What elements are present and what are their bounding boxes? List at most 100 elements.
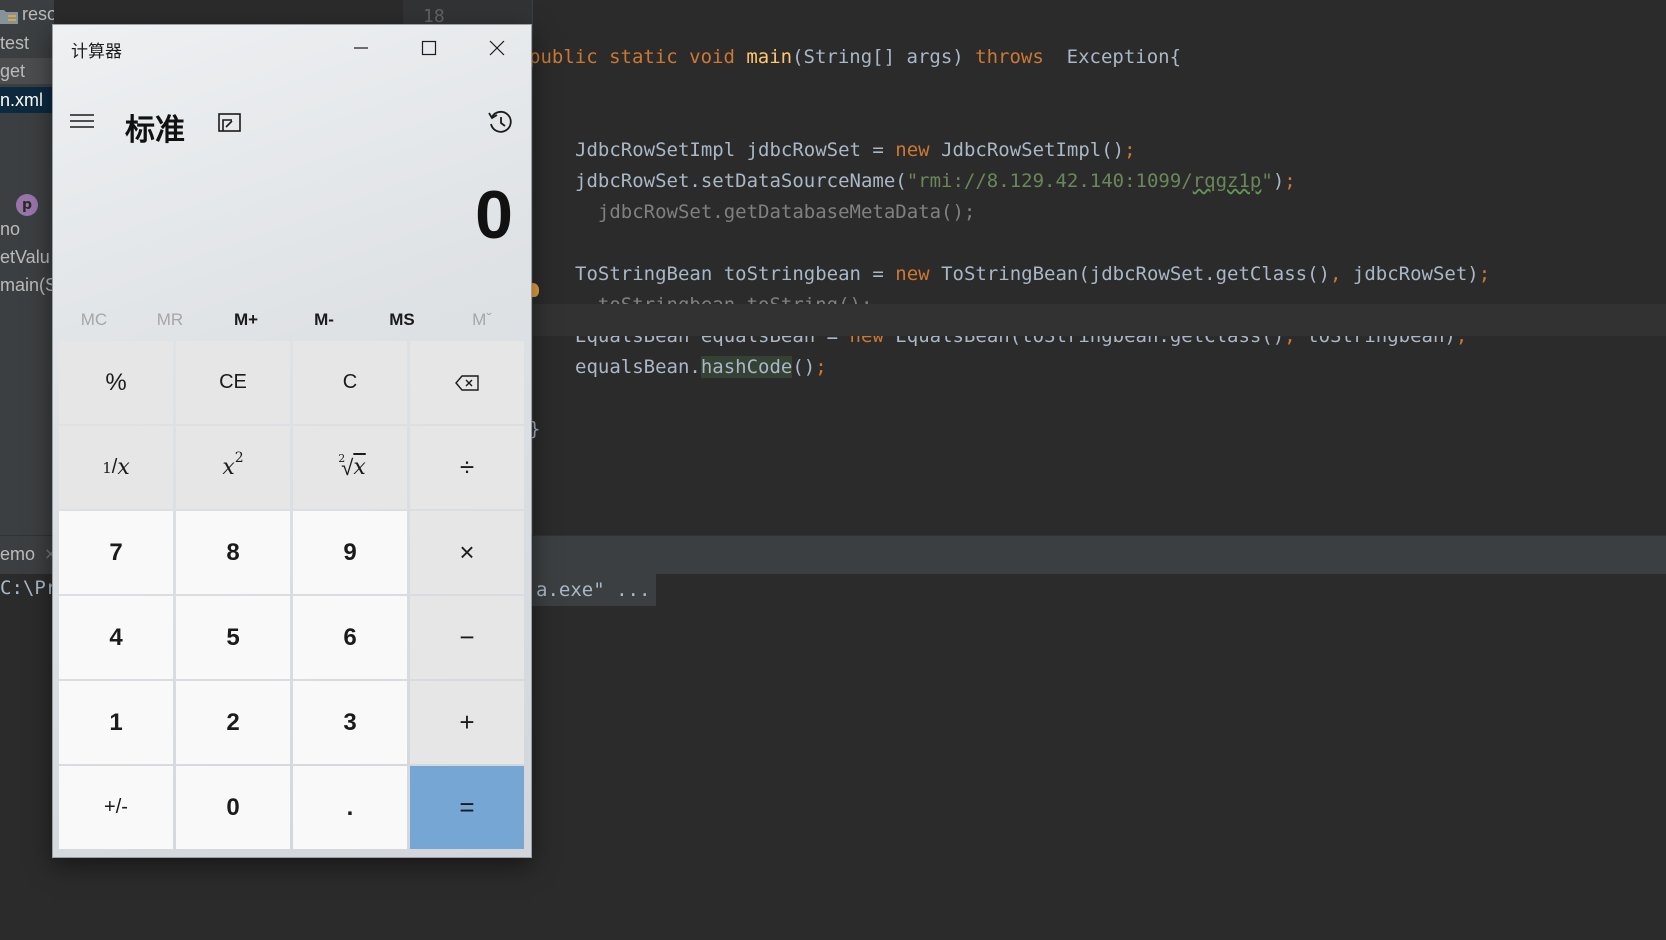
code-line[interactable]: jdbcRowSet.getDatabaseMetaData(); bbox=[575, 197, 976, 227]
equals-button[interactable]: = bbox=[410, 766, 524, 849]
title-bar[interactable]: 计算器 bbox=[53, 25, 531, 71]
memory-store-button[interactable]: MS bbox=[363, 300, 441, 340]
code-token: (String[] args) bbox=[792, 46, 976, 68]
square-root-button[interactable]: 2 √ x bbox=[293, 426, 407, 509]
code-token: Exception{ bbox=[1043, 46, 1182, 68]
mode-title: 标准 bbox=[125, 114, 185, 147]
code-token: equalsBean. bbox=[575, 356, 701, 378]
code-token: ) bbox=[1272, 170, 1285, 192]
console-output: C:\Pr bbox=[0, 577, 58, 599]
code-token: main bbox=[746, 46, 793, 68]
digit-4-button[interactable]: 4 bbox=[59, 596, 173, 679]
root-index: 2 bbox=[338, 452, 346, 465]
code-token: hashCode bbox=[700, 356, 793, 378]
structure-item-main[interactable]: main(S bbox=[0, 272, 54, 298]
clear-entry-button[interactable]: CE bbox=[176, 341, 290, 424]
keep-on-top-icon[interactable] bbox=[217, 111, 243, 135]
code-line[interactable]: JdbcRowSetImpl jdbcRowSet = new JdbcRowS… bbox=[575, 135, 1136, 165]
code-token: , bbox=[1330, 263, 1353, 285]
structure-item-method[interactable]: etValu bbox=[0, 244, 50, 270]
calculator-window: 计算器 标准 0 MC MR M+ M- MS Mˇ % CE C 1 / x … bbox=[53, 25, 531, 857]
memory-clear-button[interactable]: MC bbox=[55, 300, 133, 340]
percent-button[interactable]: % bbox=[59, 341, 173, 424]
code-token: ; bbox=[1284, 170, 1296, 192]
subtract-button[interactable]: − bbox=[410, 596, 524, 679]
tree-item-test[interactable]: test bbox=[0, 30, 29, 56]
code-token: new bbox=[895, 139, 942, 161]
digit-9-button[interactable]: 9 bbox=[293, 511, 407, 594]
memory-subtract-button[interactable]: M- bbox=[285, 300, 363, 340]
code-token: new bbox=[895, 263, 942, 285]
square-exponent: 2 bbox=[234, 449, 244, 466]
backspace-button[interactable] bbox=[410, 341, 524, 424]
run-tab[interactable]: emo bbox=[0, 544, 35, 565]
reciprocal-button[interactable]: 1/x bbox=[59, 426, 173, 509]
code-line[interactable]: jdbcRowSet.setDataSourceName("rmi://8.12… bbox=[575, 166, 1296, 196]
minimize-button[interactable] bbox=[327, 25, 395, 71]
decimal-button[interactable]: . bbox=[293, 766, 407, 849]
square-base: x bbox=[222, 455, 235, 480]
digit-2-button[interactable]: 2 bbox=[176, 681, 290, 764]
code-token: throws bbox=[975, 46, 1044, 68]
memory-list-button[interactable]: Mˇ bbox=[443, 300, 521, 340]
equals-icon: = bbox=[459, 792, 475, 822]
plus-icon: + bbox=[459, 707, 475, 737]
digit-7-button[interactable]: 7 bbox=[59, 511, 173, 594]
minus-icon: − bbox=[459, 622, 475, 652]
window-title: 计算器 bbox=[71, 42, 122, 61]
backspace-icon bbox=[455, 374, 479, 391]
code-line[interactable]: ToStringBean toStringbean = new ToString… bbox=[575, 259, 1490, 289]
digit-6-button[interactable]: 6 bbox=[293, 596, 407, 679]
maximize-button[interactable] bbox=[395, 25, 463, 71]
code-token: jdbcRowSet) bbox=[1352, 263, 1479, 285]
negate-button[interactable]: +/- bbox=[59, 766, 173, 849]
memory-add-button[interactable]: M+ bbox=[207, 300, 285, 340]
multiply-button[interactable]: × bbox=[410, 511, 524, 594]
close-button[interactable] bbox=[463, 25, 531, 71]
add-button[interactable]: + bbox=[410, 681, 524, 764]
digit-5-button[interactable]: 5 bbox=[176, 596, 290, 679]
digit-0-button[interactable]: 0 bbox=[176, 766, 290, 849]
divide-button[interactable]: ÷ bbox=[410, 426, 524, 509]
tree-item-target[interactable]: get bbox=[0, 58, 54, 84]
history-icon[interactable] bbox=[487, 109, 515, 137]
code-token: ; bbox=[1478, 263, 1491, 285]
memory-bar: MC MR M+ M- MS Mˇ bbox=[53, 300, 531, 340]
reciprocal-numerator: 1 bbox=[102, 458, 112, 477]
maximize-icon bbox=[421, 40, 437, 56]
code-token: ToStringBean(jdbcRowSet.getClass() bbox=[941, 263, 1330, 285]
keypad: % CE C 1/x x2 2 √ x ÷ 7 8 9 × 4 5 6 − 1 … bbox=[59, 341, 525, 851]
folder-icon bbox=[0, 10, 18, 24]
memory-recall-button[interactable]: MR bbox=[131, 300, 209, 340]
digit-1-button[interactable]: 1 bbox=[59, 681, 173, 764]
code-token: jdbcRowSet.getDatabaseMetaData(); bbox=[575, 201, 976, 223]
console-output-tail: a.exe" ... bbox=[530, 574, 657, 606]
package-icon: p bbox=[16, 194, 38, 216]
line-number: 18 bbox=[423, 6, 445, 27]
minimize-icon bbox=[354, 47, 368, 49]
code-line[interactable]: public static void main(String[] args) t… bbox=[529, 42, 1181, 72]
code-line[interactable]: equalsBean.hashCode(); bbox=[575, 352, 827, 382]
structure-item-class[interactable]: no bbox=[0, 216, 20, 242]
code-token: public static void bbox=[529, 46, 747, 68]
code-token: () bbox=[792, 356, 816, 378]
code-token: JdbcRowSetImpl jdbcRowSet = bbox=[575, 139, 896, 161]
tree-item-resources[interactable]: resources bbox=[22, 4, 54, 25]
code-token: ToStringBean toStringbean = bbox=[575, 263, 896, 285]
code-token: ; bbox=[1124, 139, 1136, 161]
root-radicand: x bbox=[353, 455, 366, 480]
code-token: " bbox=[1261, 170, 1273, 192]
code-token: "rmi://8.129.42.140:1099/ bbox=[906, 170, 1193, 192]
digit-3-button[interactable]: 3 bbox=[293, 681, 407, 764]
project-tool-window: resources test get n.xml p no etValu mai… bbox=[0, 0, 54, 535]
tree-item-pom-xml[interactable]: n.xml bbox=[0, 87, 54, 113]
reciprocal-denominator: x bbox=[117, 455, 130, 480]
hamburger-menu-icon[interactable] bbox=[69, 111, 95, 131]
divide-icon: ÷ bbox=[459, 452, 475, 482]
code-editor[interactable]: public static void main(String[] args) t… bbox=[529, 0, 1666, 535]
code-token: jdbcRowSet.setDataSourceName( bbox=[575, 170, 907, 192]
digit-8-button[interactable]: 8 bbox=[176, 511, 290, 594]
clear-button[interactable]: C bbox=[293, 341, 407, 424]
current-line-highlight bbox=[533, 304, 1666, 336]
square-button[interactable]: x2 bbox=[176, 426, 290, 509]
